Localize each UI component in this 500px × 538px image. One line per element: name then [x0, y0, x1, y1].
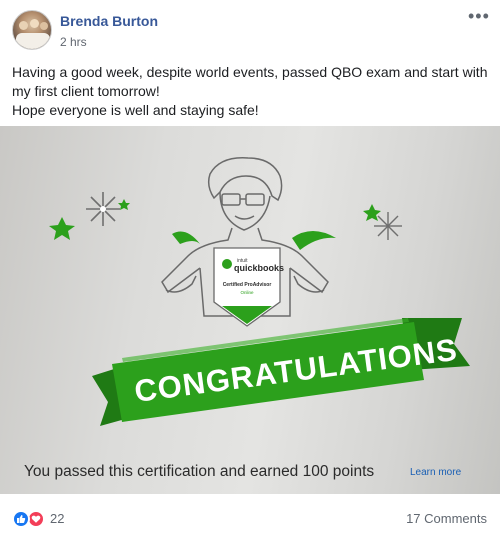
avatar[interactable]	[12, 10, 52, 50]
post-text-line: Hope everyone is well and staying safe!	[12, 102, 259, 118]
shirt-line-1: Certified ProAdvisor	[223, 282, 272, 288]
post-header: Brenda Burton 2 hrs •••	[0, 0, 500, 60]
cape-right-icon	[292, 231, 336, 250]
reaction-count[interactable]: 22	[50, 511, 64, 526]
certification-message: You passed this certification and earned…	[24, 463, 374, 480]
certificate-illustration: intuit quickbooks Certified ProAdvisor O…	[24, 157, 470, 480]
post-footer: 22 17 Comments	[0, 494, 500, 538]
star-icon	[363, 204, 381, 221]
post-text: Having a good week, despite world events…	[12, 63, 492, 120]
shirt-brand: quickbooks	[234, 263, 284, 273]
author-name[interactable]: Brenda Burton	[60, 13, 158, 29]
firework-right-icon	[374, 212, 402, 240]
post-text-line: Having a good week, despite world events…	[12, 64, 488, 99]
shirt-line-2: Online	[240, 290, 254, 295]
star-icon	[49, 217, 75, 240]
more-horizontal-icon[interactable]: •••	[468, 7, 489, 26]
learn-more-link[interactable]: Learn more	[410, 467, 462, 478]
comments-count[interactable]: 17 Comments	[406, 511, 487, 526]
quickbooks-logo-icon	[222, 259, 232, 269]
post-photo[interactable]: intuit quickbooks Certified ProAdvisor O…	[0, 126, 500, 494]
like-icon[interactable]	[12, 510, 30, 528]
cape-left-icon	[172, 231, 200, 244]
post-timestamp[interactable]: 2 hrs	[60, 35, 87, 49]
